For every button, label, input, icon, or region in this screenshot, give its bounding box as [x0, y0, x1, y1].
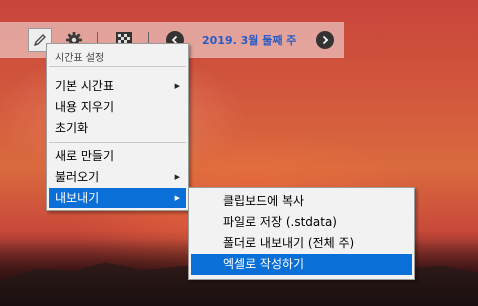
menu-item-load[interactable]: 불러오기 ▶ — [49, 167, 186, 187]
chevron-right-icon: ▶ — [174, 82, 180, 90]
menu-item-new[interactable]: 새로 만들기 — [49, 146, 186, 166]
chevron-right-icon: ▶ — [174, 194, 180, 202]
settings-menu: 시간표 설정 기본 시간표 ▶ 내용 지우기 초기화 새로 만들기 불러오기 ▶… — [46, 43, 189, 211]
submenu-item-write-excel[interactable]: 엑셀로 작성하기 — [191, 254, 412, 275]
menu-title: 시간표 설정 — [55, 53, 105, 64]
menu-item-export[interactable]: 내보내기 ▶ — [49, 188, 186, 208]
menu-item-label: 초기화 — [55, 121, 89, 135]
menu-item-label: 새로 만들기 — [55, 149, 115, 163]
submenu-item-save-file[interactable]: 파일로 저장 (.stdata) — [191, 212, 412, 233]
menu-item-label: 불러오기 — [55, 170, 100, 184]
menu-divider — [49, 66, 186, 67]
menu-item-reset[interactable]: 초기화 — [49, 118, 186, 138]
submenu-item-copy-clipboard[interactable]: 클립보드에 복사 — [191, 191, 412, 212]
submenu-item-export-folder[interactable]: 폴더로 내보내기 (전체 주) — [191, 233, 412, 254]
menu-item-label: 내보내기 — [55, 191, 100, 205]
menu-item-default-timetable[interactable]: 기본 시간표 ▶ — [49, 76, 186, 96]
menu-item-clear-content[interactable]: 내용 지우기 — [49, 97, 186, 117]
chevron-right-icon: ▶ — [174, 173, 180, 181]
menu-divider — [49, 142, 186, 143]
menu-item-label: 기본 시간표 — [55, 79, 115, 93]
chevron-right-icon[interactable] — [316, 31, 334, 49]
week-label: 2019. 3월 둘째 주 — [202, 34, 297, 47]
export-submenu: 클립보드에 복사 파일로 저장 (.stdata) 폴더로 내보내기 (전체 주… — [188, 187, 415, 280]
menu-item-label: 내용 지우기 — [55, 100, 115, 114]
